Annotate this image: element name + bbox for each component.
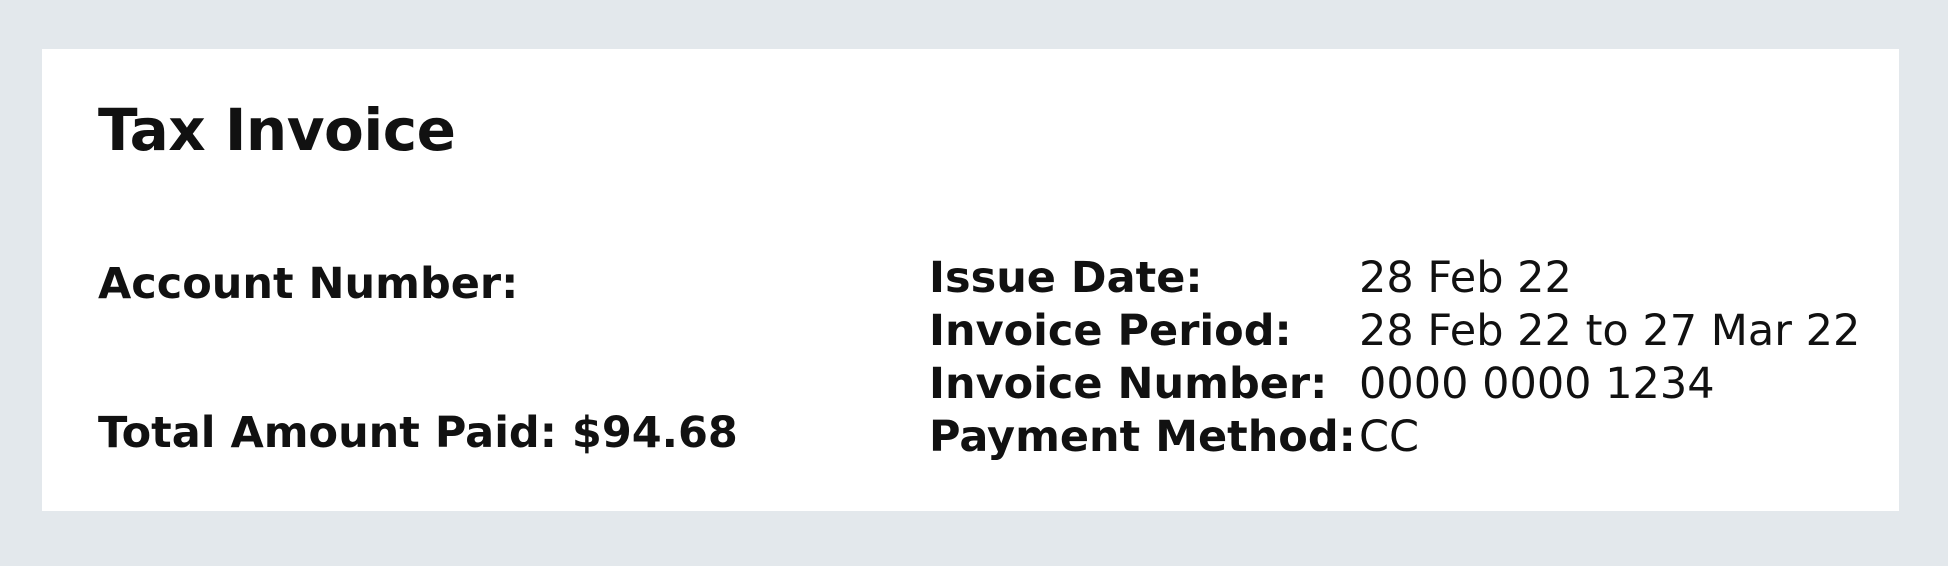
invoice-details-table: Issue Date: 28 Feb 22 Invoice Period: 28…	[929, 252, 1860, 464]
total-amount-paid: Total Amount Paid: $94.68	[98, 412, 738, 455]
invoice-number-value: 0000 0000 1234	[1359, 359, 1715, 409]
payment-method-row: Payment Method: CC	[929, 411, 1860, 464]
payment-method-value: CC	[1359, 412, 1420, 462]
issue-date-label: Issue Date:	[929, 253, 1203, 303]
invoice-period-row: Invoice Period: 28 Feb 22 to 27 Mar 22	[929, 305, 1860, 358]
invoice-period-value: 28 Feb 22 to 27 Mar 22	[1359, 306, 1861, 356]
total-paid-value: $94.68	[571, 408, 738, 458]
invoice-number-label: Invoice Number:	[929, 359, 1328, 409]
page-title: Tax Invoice	[98, 96, 456, 164]
account-number-label: Account Number:	[98, 259, 519, 309]
invoice-number-row: Invoice Number: 0000 0000 1234	[929, 358, 1860, 411]
invoice-card: Tax Invoice Account Number: Total Amount…	[42, 49, 1899, 511]
total-paid-label: Total Amount Paid:	[98, 408, 557, 458]
issue-date-row: Issue Date: 28 Feb 22	[929, 252, 1860, 305]
issue-date-value: 28 Feb 22	[1359, 253, 1572, 303]
invoice-period-label: Invoice Period:	[929, 306, 1292, 356]
payment-method-label: Payment Method:	[929, 412, 1356, 462]
